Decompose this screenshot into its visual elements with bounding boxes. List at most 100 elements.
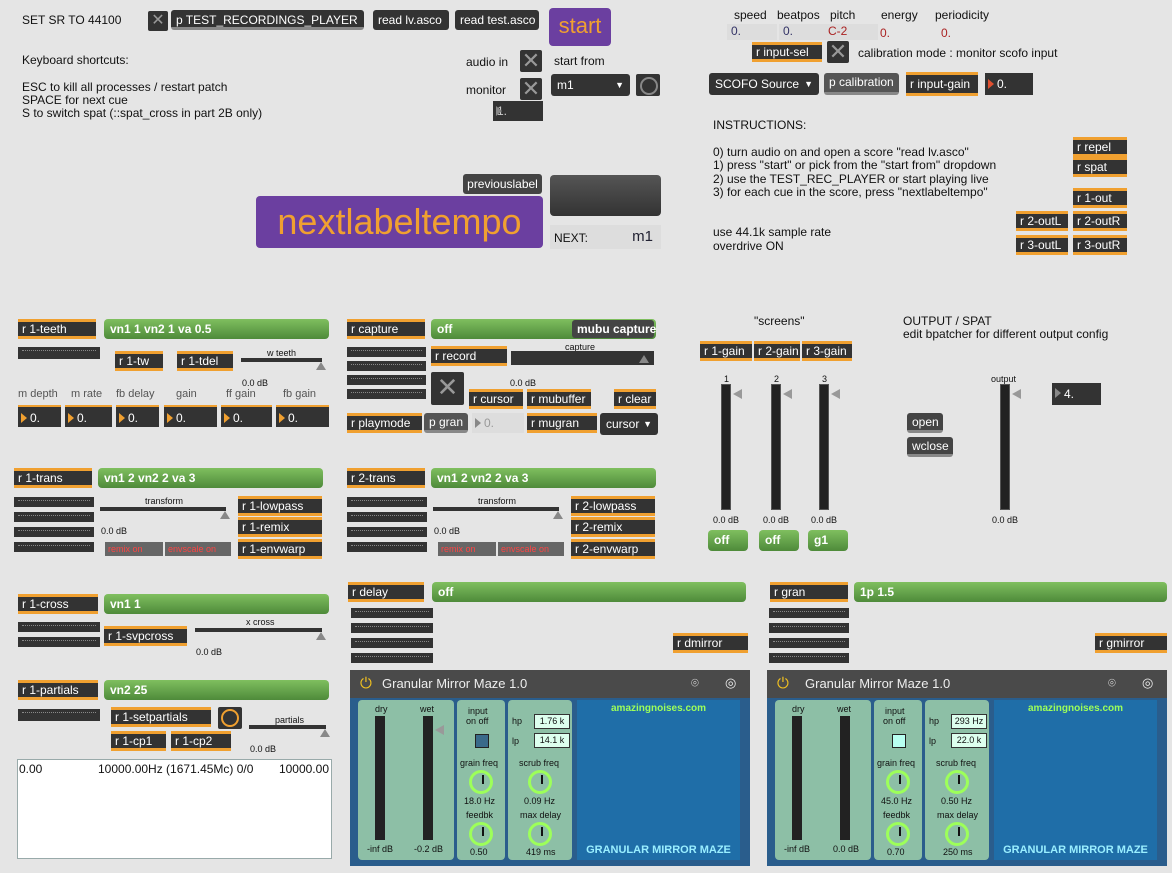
partials-button[interactable] <box>218 707 242 729</box>
mugran-receive[interactable]: r mugran <box>527 413 597 433</box>
capture-msg-2[interactable] <box>347 361 426 371</box>
screen-2-gain-slider[interactable] <box>783 389 792 399</box>
delay-msg-2[interactable] <box>351 623 433 633</box>
remix1-receive[interactable]: r 1-remix <box>238 517 322 537</box>
trans2-msg-3[interactable] <box>347 527 427 537</box>
max-delay-knob[interactable] <box>528 822 552 846</box>
mubuffer-receive[interactable]: r mubuffer <box>527 389 591 409</box>
trans1-msg-1[interactable] <box>14 497 94 507</box>
repel-receive[interactable]: r repel <box>1073 137 1127 157</box>
capture-msg-1[interactable] <box>347 347 426 357</box>
dmirror-receive[interactable]: r dmirror <box>673 633 748 653</box>
gran-msg-3[interactable] <box>769 638 849 648</box>
m-rate-number[interactable]: 0. <box>65 405 112 427</box>
slider-knob[interactable] <box>639 355 649 363</box>
input-gain-receive[interactable]: r input-gain <box>906 72 978 96</box>
w-teeth-slider[interactable] <box>241 358 326 370</box>
input-toggle[interactable] <box>892 734 906 748</box>
envwarp2-receive[interactable]: r 2-envwarp <box>571 539 655 559</box>
start-button[interactable]: start <box>549 8 611 46</box>
p-gran-button[interactable]: p gran <box>424 413 468 433</box>
audio-in-toggle[interactable]: ✕ <box>520 50 542 72</box>
wclose-button[interactable]: wclose <box>907 437 953 457</box>
trans2-msg-1[interactable] <box>347 497 427 507</box>
gran-msg-2[interactable] <box>769 623 849 633</box>
capture-msg-4[interactable] <box>347 389 426 399</box>
mubu-capture-button[interactable]: mubu capture <box>572 320 656 338</box>
delay-msg-4[interactable] <box>351 653 433 663</box>
clear-receive[interactable]: r clear <box>614 389 656 409</box>
scrub-freq-knob[interactable] <box>945 770 969 794</box>
out2l-receive[interactable]: r 2-outL <box>1016 211 1068 231</box>
gran-number[interactable]: 0. <box>472 413 524 433</box>
start-from-menu[interactable]: m1 <box>551 74 630 96</box>
preset-icon[interactable]: ◎ <box>1142 675 1153 691</box>
screen-3-gain-slider[interactable] <box>831 389 840 399</box>
envwarp1-receive[interactable]: r 1-envwarp <box>238 539 322 559</box>
slider-knob[interactable] <box>553 511 563 519</box>
teeth-message[interactable] <box>18 347 100 359</box>
fb-gain-number[interactable]: 0. <box>276 405 329 427</box>
read-lv-button[interactable]: read lv.asco <box>373 10 449 30</box>
tdel-receive[interactable]: r 1-tdel <box>177 351 233 371</box>
cp2-receive[interactable]: r 1-cp2 <box>171 731 231 751</box>
power-icon[interactable]: ⏻ <box>777 675 789 692</box>
trans1-msg-4[interactable] <box>14 542 94 552</box>
cursor-menu[interactable]: cursor <box>600 413 658 435</box>
open-button[interactable]: open <box>907 413 943 433</box>
screen-1-gain-slider[interactable] <box>733 389 742 399</box>
gain3-receive[interactable]: r 3-gain <box>802 341 852 361</box>
grain-freq-knob[interactable] <box>469 770 493 794</box>
partials-receive[interactable]: r 1-partials <box>18 680 98 700</box>
grain-freq-knob[interactable] <box>886 770 910 794</box>
slider-knob[interactable] <box>220 511 230 519</box>
fb-delay-number[interactable]: 0. <box>116 405 159 427</box>
cross-msg-2[interactable] <box>18 637 100 647</box>
read-test-button[interactable]: read test.asco <box>455 10 539 30</box>
playmode-receive[interactable]: r playmode <box>347 413 422 433</box>
wet-meter[interactable] <box>423 716 433 840</box>
remix2-receive[interactable]: r 2-remix <box>571 517 655 537</box>
trans1-msg-2[interactable] <box>14 512 94 522</box>
monitor-toggle[interactable]: ✕ <box>520 78 542 100</box>
trans2-msg-4[interactable] <box>347 542 427 552</box>
x-cross-slider[interactable] <box>195 628 326 640</box>
dry-meter[interactable] <box>792 716 802 840</box>
screen-2-button[interactable]: off <box>759 530 799 551</box>
out3r-receive[interactable]: r 3-outR <box>1073 235 1127 255</box>
partials-message[interactable] <box>18 709 100 721</box>
preset-icon[interactable]: ◎ <box>725 675 736 691</box>
capture-receive[interactable]: r capture <box>347 319 425 339</box>
lowpass1-receive[interactable]: r 1-lowpass <box>238 496 322 516</box>
capture-msg-3[interactable] <box>347 375 426 385</box>
svpcross-receive[interactable]: r 1-svpcross <box>104 626 187 646</box>
gmirror-receive[interactable]: r gmirror <box>1095 633 1167 653</box>
trans2-slider[interactable] <box>433 507 563 519</box>
calibration-toggle[interactable]: ✕ <box>827 41 849 63</box>
trans1-msg-3[interactable] <box>14 527 94 537</box>
hp-value[interactable]: 1.76 k <box>534 714 570 729</box>
lp-value[interactable]: 22.0 k <box>951 733 987 748</box>
output-gain-slider[interactable] <box>1012 389 1021 399</box>
spat-receive[interactable]: r spat <box>1073 157 1127 177</box>
delay-msg-3[interactable] <box>351 638 433 648</box>
lowpass2-receive[interactable]: r 2-lowpass <box>571 496 655 516</box>
calibration-button[interactable]: p calibration <box>824 73 899 95</box>
start-from-button[interactable] <box>636 74 660 96</box>
capture-toggle[interactable]: ✕ <box>431 372 464 405</box>
teeth-receive[interactable]: r 1-teeth <box>18 319 96 339</box>
previouslabel-button[interactable]: previouslabel <box>463 174 542 194</box>
ff-gain-number[interactable]: 0. <box>221 405 272 427</box>
camera-icon[interactable]: ⌾ <box>691 675 699 691</box>
input-toggle[interactable] <box>475 734 489 748</box>
gran-msg-4[interactable] <box>769 653 849 663</box>
gain-number[interactable]: 0. <box>985 73 1033 95</box>
gain2-receive[interactable]: r 2-gain <box>754 341 800 361</box>
input-sel-receive[interactable]: r input-sel <box>752 42 822 62</box>
partials-slider[interactable] <box>249 725 330 737</box>
out2r-receive[interactable]: r 2-outR <box>1073 211 1127 231</box>
record-receive[interactable]: r record <box>431 346 507 366</box>
power-icon[interactable]: ⏻ <box>360 675 372 692</box>
slider-knob[interactable] <box>320 729 330 737</box>
gain-number-teeth[interactable]: 0. <box>164 405 217 427</box>
